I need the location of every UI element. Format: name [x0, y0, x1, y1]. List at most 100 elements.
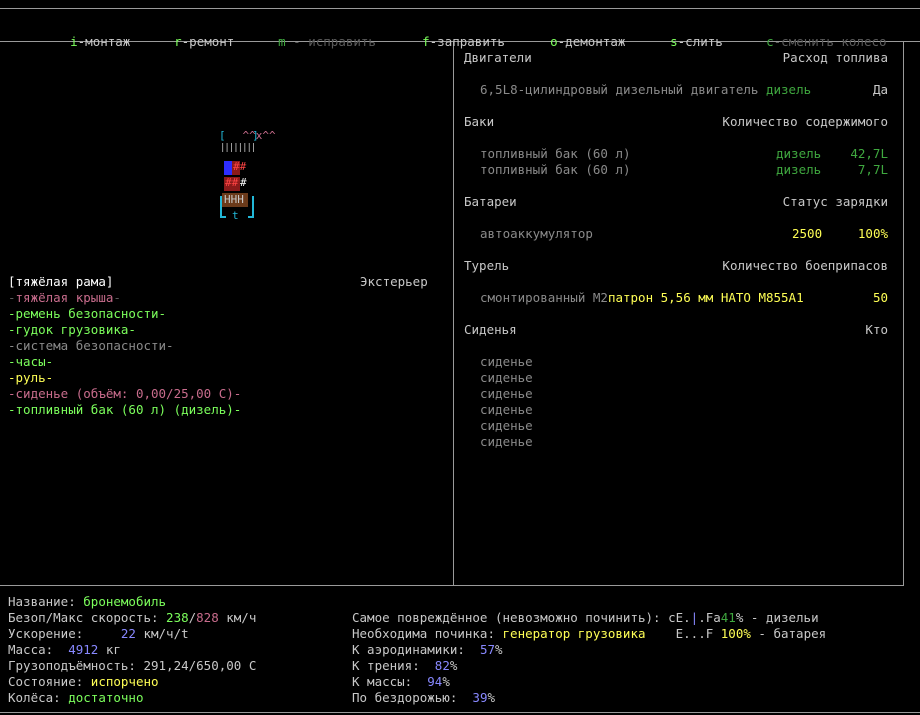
art-row2-hash: # — [240, 176, 247, 189]
menu-item-w[interactable]: w — [904, 18, 920, 66]
info-friction: К трения: 82% — [352, 658, 458, 673]
seat-row: сиденье — [480, 370, 533, 385]
info-value: 41 — [720, 610, 736, 625]
engine-fuel: дизель — [765, 82, 812, 97]
seats-header: Сиденья — [464, 322, 517, 337]
art-row2: ## — [225, 176, 239, 189]
tank-row-fuel: дизель — [776, 162, 822, 177]
part-item[interactable]: -ремень безопасности- — [8, 306, 166, 322]
info-cargo: Грузоподъёмность: 291,24/650,00 С — [8, 658, 256, 674]
panel-divider — [453, 41, 454, 585]
turret-row: смонтированный M2патрон 5,56 мм НАТО M85… — [480, 290, 804, 306]
info-value: 238 — [166, 610, 189, 625]
info-value: 94 — [427, 674, 443, 689]
info-label: Масса: — [8, 642, 69, 657]
art-body-block-blue — [224, 161, 232, 175]
info-label: К аэродинамики: — [352, 642, 480, 657]
battery-row-name: автоаккумулятор — [480, 226, 593, 241]
info-value: 57 — [479, 642, 495, 657]
part-label: гудок грузовика — [15, 322, 129, 337]
art-bracket-left — [220, 196, 226, 218]
parts-selected[interactable]: [тяжёлая рама] — [8, 274, 113, 290]
panel-bottom-border — [0, 585, 904, 586]
turret-header-right: Количество боеприпасов — [722, 258, 888, 273]
menu-item-drain[interactable]: s-слить — [640, 18, 723, 66]
seat-row: сиденье — [480, 386, 533, 401]
info-mass: Масса: 4912 кг — [8, 642, 121, 657]
art-row1: ## — [233, 160, 247, 173]
info-offroad: По бездорожью: 39% — [352, 690, 496, 705]
menu-label: - исправить — [285, 34, 376, 49]
tanks-header-right: Количество содержимого — [722, 114, 888, 129]
info-label: Ускорение: — [8, 626, 121, 641]
menu-item-install[interactable]: i-монтаж — [40, 18, 130, 66]
parts-selected-label: тяжёлая рама — [15, 274, 106, 289]
info-most-damaged: Самое повреждённое (невозможно починить)… — [352, 610, 819, 625]
art-bracket-right — [248, 196, 254, 218]
seat-row: сиденье — [480, 434, 533, 449]
info-repair-needed: Необходима починка: генератор грузовика … — [352, 626, 827, 641]
tank-row-name: топливный бак (60 л) — [480, 146, 631, 161]
info-label: Колёса: — [8, 690, 69, 705]
info-value: достаточно — [68, 690, 144, 705]
part-item[interactable]: -гудок грузовика- — [8, 322, 136, 338]
info-label: Грузоподъёмность: — [8, 658, 144, 673]
seat-row: сиденье — [480, 354, 533, 369]
menu-item-repair[interactable]: r-ремонт — [144, 18, 234, 66]
info-label: К трения: — [352, 658, 435, 673]
info-accel: Ускорение: 22 км/ч/t — [8, 626, 189, 641]
part-item[interactable]: -система безопасности- — [8, 338, 174, 354]
menu-label: -слить — [677, 34, 723, 49]
parts-category: Экстерьер — [360, 274, 428, 289]
info-state: Состояние: испорчено — [8, 674, 159, 690]
top-border — [0, 8, 920, 9]
seat-row: сиденье — [480, 418, 533, 433]
batteries-header-right: Статус зарядки — [782, 194, 888, 209]
tank-row-fuel: дизель — [776, 146, 822, 161]
turret-count: 50 — [872, 290, 888, 305]
seat-row: сиденье — [480, 402, 533, 417]
info-value: 39 — [472, 690, 488, 705]
turret-ammo: патрон 5,56 мм НАТО M855A1 — [607, 290, 804, 305]
info-value: 82 — [434, 658, 450, 673]
menu-item-uninstall[interactable]: o-демонтаж — [520, 18, 625, 66]
menu-label: -заправить — [429, 34, 505, 49]
batteries-header: Батареи — [464, 194, 517, 209]
part-item[interactable]: -тяжёлая крыша- — [8, 290, 121, 306]
part-label: топливный бак (60 л) (дизель) — [15, 402, 234, 417]
engine-name: 6,5L8-цилиндровый дизельный двигатель — [480, 82, 759, 97]
info-label: По бездорожью: — [352, 690, 473, 705]
info-value: генератор грузовика — [502, 626, 646, 641]
tank-row-name: топливный бак (60 л) — [480, 162, 631, 177]
seats-header-right: Кто — [865, 322, 888, 337]
part-label: тяжёлая крыша — [15, 290, 114, 305]
info-label: Название: — [8, 594, 84, 609]
info-value: 291,24/650,00 С — [143, 658, 257, 673]
info-wheels: Колёса: достаточно — [8, 690, 143, 706]
part-item[interactable]: -топливный бак (60 л) (дизель)- — [8, 402, 241, 418]
menu-key: s — [670, 34, 678, 49]
info-name: Название: бронемобиль — [8, 594, 166, 610]
menu-key: r — [174, 34, 182, 49]
tank-row-amount: 42,7L — [850, 146, 888, 161]
engine-row: 6,5L8-цилиндровый дизельный двигатель ди… — [480, 82, 811, 98]
part-item[interactable]: -часы- — [8, 354, 53, 370]
part-label: система безопасности — [15, 338, 167, 353]
info-value: 100% — [720, 626, 751, 641]
art-rail: |||||||| — [220, 143, 256, 153]
menu-key: f — [422, 34, 430, 49]
art-bottom: t — [232, 209, 239, 222]
part-item[interactable]: -руль- — [8, 370, 53, 386]
menu-key: i — [70, 34, 78, 49]
info-label: Безоп/Макс скорость: — [8, 610, 167, 625]
info-speed: Безоп/Макс скорость: 238/828 км/ч — [8, 610, 257, 625]
info-value: 828 — [196, 610, 219, 625]
part-item[interactable]: -сиденье (объём: 0,00/25,00 С)- — [8, 386, 241, 402]
menu-item-fix[interactable]: m - исправить — [248, 18, 376, 66]
art-row3: HHH — [224, 193, 244, 206]
turret-header: Турель — [464, 258, 510, 273]
info-aero: К аэродинамики: 57% — [352, 642, 503, 657]
part-label: сиденье (объём: 0,00/25,00 С) — [15, 386, 234, 401]
part-label: руль — [15, 370, 46, 385]
menu-label: -ремонт — [181, 34, 235, 49]
